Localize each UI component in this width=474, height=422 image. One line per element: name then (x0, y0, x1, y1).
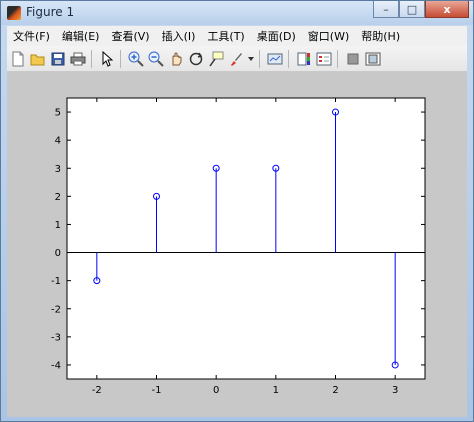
y-tick-label: -2 (51, 304, 61, 315)
pointer-icon[interactable] (98, 50, 116, 68)
colorbar-icon[interactable] (295, 50, 313, 68)
menu-tools[interactable]: 工具(T) (201, 28, 250, 44)
y-tick-label: 0 (55, 248, 61, 259)
toolbar-separator (259, 49, 260, 68)
menu-view[interactable]: 查看(V) (105, 28, 155, 44)
stem-plot[interactable]: -2 -1 0 1 2 3 -4 -3 -2 -1 0 1 2 3 4 5 (7, 72, 467, 417)
open-file-icon[interactable] (29, 50, 47, 68)
menu-window[interactable]: 窗口(W) (302, 28, 355, 44)
y-tick-label: 3 (55, 164, 61, 175)
data-cursor-icon[interactable] (207, 50, 225, 68)
menu-edit[interactable]: 编辑(E) (56, 28, 106, 44)
hide-plot-tools-icon[interactable] (344, 50, 362, 68)
menu-file[interactable]: 文件(F) (7, 28, 56, 44)
window-title: Figure 1 (26, 5, 75, 19)
link-plot-icon[interactable] (266, 50, 284, 68)
figure-window: Figure 1 – □ x 文件(F) 编辑(E) 查看(V) 插入(I) 工… (0, 0, 474, 422)
x-tick-label: -1 (152, 385, 162, 396)
x-tick-label: -2 (92, 385, 102, 396)
y-tick-label: 2 (55, 192, 61, 203)
x-tick-label: 1 (273, 385, 279, 396)
minimize-button[interactable]: – (373, 1, 399, 18)
print-icon[interactable] (69, 50, 87, 68)
maximize-button[interactable]: □ (399, 1, 425, 18)
pan-icon[interactable] (167, 50, 185, 68)
toolbar-separator (120, 49, 121, 68)
y-tick-label: -4 (51, 360, 61, 371)
y-tick-label: -3 (51, 332, 61, 343)
y-tick-label: 4 (55, 136, 61, 147)
figure-canvas[interactable]: -2 -1 0 1 2 3 -4 -3 -2 -1 0 1 2 3 4 5 (7, 72, 467, 417)
toolbar-separator (91, 49, 92, 68)
brush-icon[interactable] (227, 50, 245, 68)
x-tick-label: 3 (392, 385, 398, 396)
x-tick-label: 2 (332, 385, 338, 396)
new-figure-icon[interactable] (9, 50, 27, 68)
menu-insert[interactable]: 插入(I) (156, 28, 202, 44)
menu-desktop[interactable]: 桌面(D) (251, 28, 302, 44)
rotate-3d-icon[interactable] (187, 50, 205, 68)
legend-icon[interactable] (315, 50, 333, 68)
menu-bar: 文件(F) 编辑(E) 查看(V) 插入(I) 工具(T) 桌面(D) 窗口(W… (7, 26, 467, 46)
brush-dropdown-icon[interactable] (247, 50, 255, 68)
toolbar-separator (337, 49, 338, 68)
zoom-in-icon[interactable] (127, 50, 145, 68)
show-plot-tools-icon[interactable] (364, 50, 382, 68)
y-tick-label: 5 (55, 108, 61, 119)
toolbar-separator (288, 49, 289, 68)
title-bar[interactable]: Figure 1 – □ x (1, 1, 473, 25)
window-controls: – □ x (373, 1, 469, 19)
x-tick-label: 0 (213, 385, 219, 396)
matlab-app-icon (7, 6, 21, 20)
menu-help[interactable]: 帮助(H) (355, 28, 406, 44)
zoom-out-icon[interactable] (147, 50, 165, 68)
axes-box[interactable] (66, 97, 426, 380)
save-icon[interactable] (49, 50, 67, 68)
figure-toolbar (7, 46, 467, 72)
close-button[interactable]: x (425, 1, 469, 18)
y-tick-label: 1 (55, 220, 61, 231)
y-tick-label: -1 (51, 276, 61, 287)
